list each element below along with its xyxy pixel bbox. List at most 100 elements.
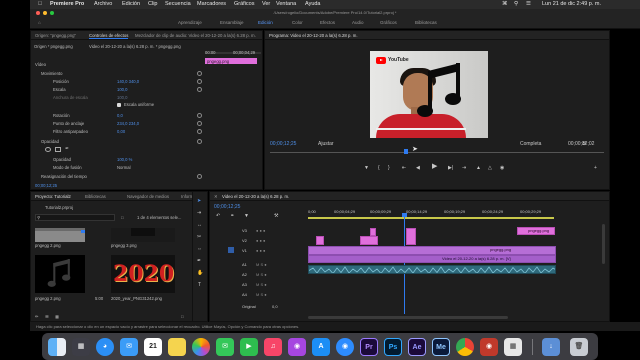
- photo-booth-icon[interactable]: ◉: [480, 338, 498, 356]
- anchor-value[interactable]: 234,0 234,0: [117, 121, 139, 126]
- reset-antiflicker-button[interactable]: [197, 129, 202, 134]
- track-a2-label[interactable]: A2: [242, 272, 247, 277]
- finder-icon[interactable]: [48, 338, 66, 356]
- tab-project[interactable]: Proyecto: Tutorial2: [35, 194, 71, 199]
- antiflicker-value[interactable]: 0,00: [117, 129, 125, 134]
- clip-v2-c[interactable]: [370, 228, 376, 236]
- program-timecode[interactable]: 00;00;12;25: [270, 141, 296, 147]
- selection-tool-icon[interactable]: ➤: [197, 198, 201, 204]
- reset-motion-button[interactable]: [197, 71, 202, 76]
- extract-icon[interactable]: △: [488, 165, 492, 171]
- track-a3-label[interactable]: A3: [242, 282, 247, 287]
- menu-ayuda[interactable]: Ayuda: [305, 1, 321, 7]
- opacity-value[interactable]: 100,0 %: [117, 157, 132, 162]
- search-icon[interactable]: ⚲: [514, 1, 518, 7]
- effects-timecode[interactable]: 00;00;12;25: [35, 183, 57, 188]
- track-v2-label[interactable]: V2: [242, 238, 247, 243]
- fx-opacity[interactable]: Opacidad: [41, 139, 59, 144]
- item-name-1[interactable]: pngegg 2.png: [35, 243, 61, 248]
- workspace-audio[interactable]: Audio: [352, 20, 364, 25]
- menu-clip[interactable]: Clip: [148, 1, 157, 7]
- audio-ms-a2[interactable]: M S ●: [256, 272, 267, 277]
- new-item-icon[interactable]: □: [181, 314, 184, 319]
- item-name-3[interactable]: pngegg 2.png: [35, 296, 61, 301]
- program-playhead[interactable]: [404, 149, 408, 154]
- ellipse-mask-icon[interactable]: [45, 147, 51, 152]
- control-center-icon[interactable]: ☰: [526, 1, 531, 7]
- timeline-sequence-tab[interactable]: Video el 20-12-20 a la(s) 6.28 p. m.: [222, 194, 289, 199]
- linked-selection-icon[interactable]: ⚭: [230, 213, 234, 219]
- export-frame-icon[interactable]: ◉: [500, 165, 504, 171]
- add-marker-icon[interactable]: ▼: [364, 165, 369, 171]
- uniform-scale-checkbox[interactable]: [117, 103, 121, 107]
- home-icon[interactable]: ⌂: [38, 20, 41, 25]
- track-a4-label[interactable]: A4: [242, 292, 247, 297]
- project-search-field[interactable]: [35, 214, 115, 221]
- track-a1-label[interactable]: A1: [242, 262, 247, 267]
- blend-mode-select[interactable]: Normal: [117, 165, 131, 170]
- downloads-icon[interactable]: ↓: [542, 338, 560, 356]
- ripple-edit-tool-icon[interactable]: ↔: [197, 222, 202, 228]
- go-to-in-icon[interactable]: ⇤: [402, 165, 406, 171]
- premiere-pro-icon[interactable]: Pr: [360, 338, 378, 356]
- clip-v1-video[interactable]: [308, 255, 556, 263]
- messages-icon[interactable]: ✉: [216, 338, 234, 356]
- new-bin-icon[interactable]: □: [121, 215, 124, 220]
- tab-audio-clip-mixer[interactable]: Mezclador de clip de audio: Video el 20-…: [135, 33, 256, 38]
- thumb-music-note[interactable]: [35, 255, 85, 293]
- menu-marcadores[interactable]: Marcadores: [197, 1, 226, 7]
- item-name-2[interactable]: pngegg 3.png: [111, 243, 137, 248]
- clip-a1-audio[interactable]: [308, 265, 556, 274]
- music-icon[interactable]: ♫: [264, 338, 282, 356]
- mark-out-icon[interactable]: }: [388, 165, 390, 171]
- music-note-icon[interactable]: [416, 63, 466, 121]
- audio-ms-a4[interactable]: M S ●: [256, 292, 267, 297]
- menu-secuencia[interactable]: Secuencia: [165, 1, 191, 7]
- timeline-close-icon[interactable]: ✕: [214, 194, 218, 200]
- timeline-playhead-handle[interactable]: [402, 213, 407, 217]
- clip-v2-d[interactable]: [406, 228, 416, 245]
- reset-time-remap-button[interactable]: [197, 174, 202, 179]
- workspace-edicion[interactable]: Edición: [258, 20, 273, 25]
- program-scrub-bar[interactable]: [270, 152, 604, 153]
- menu-ventana[interactable]: Ventana: [276, 1, 296, 7]
- reset-anchor-button[interactable]: [197, 121, 202, 126]
- wifi-icon[interactable]: ⌘: [502, 1, 508, 7]
- app-menu[interactable]: Premiere Pro: [50, 1, 84, 7]
- workspace-efectos[interactable]: Efectos: [320, 20, 335, 25]
- snap-icon[interactable]: ↶: [216, 213, 220, 219]
- icon-view-icon[interactable]: ▦: [55, 314, 59, 319]
- master-value[interactable]: 0,0: [272, 304, 278, 309]
- tab-source[interactable]: Origen: "pngegg.png": [35, 33, 76, 38]
- zoom-icon[interactable]: ◉: [336, 338, 354, 356]
- podcasts-icon[interactable]: ◉: [288, 338, 306, 356]
- thumb-2020[interactable]: 2020: [111, 255, 175, 293]
- item-name-4[interactable]: 2020_year_PNG31242.png: [111, 296, 162, 301]
- reset-opacity-button[interactable]: [197, 139, 202, 144]
- clock[interactable]: Lun 21 de dic 2:49 p. m.: [542, 1, 601, 7]
- settings-icon[interactable]: ⚙: [582, 141, 586, 147]
- tab-libraries[interactable]: Bibliotecas: [85, 194, 106, 199]
- tab-effect-controls[interactable]: Controles de efectos: [89, 33, 129, 39]
- track-select-tool-icon[interactable]: ⇥: [197, 210, 201, 216]
- clip-v2-b[interactable]: [360, 236, 378, 245]
- reset-scale-button[interactable]: [197, 87, 202, 92]
- workspace-color[interactable]: Color: [292, 20, 303, 25]
- app-store-icon[interactable]: A: [312, 338, 330, 356]
- tab-media-browser[interactable]: Navegador de medios: [127, 194, 169, 199]
- notes-icon[interactable]: [168, 338, 186, 356]
- preview-icon[interactable]: ▦: [504, 338, 522, 356]
- slip-tool-icon[interactable]: ⇔: [197, 246, 202, 252]
- fx-motion[interactable]: Movimiento: [41, 71, 62, 76]
- step-back-icon[interactable]: ◀: [416, 165, 420, 171]
- reset-rotation-button[interactable]: [197, 113, 202, 118]
- wrench-icon[interactable]: ⚒: [274, 213, 278, 219]
- timeline-timecode[interactable]: 00;00;12;25: [214, 204, 240, 210]
- clip-v2-a[interactable]: [316, 236, 324, 245]
- position-value[interactable]: 140,0 340,0: [117, 79, 139, 84]
- photoshop-icon[interactable]: Ps: [384, 338, 402, 356]
- fit-select[interactable]: Ajustar: [318, 141, 334, 147]
- timeline-playhead[interactable]: [404, 214, 405, 314]
- list-view-icon[interactable]: ☰: [45, 314, 49, 319]
- media-encoder-icon[interactable]: Me: [432, 338, 450, 356]
